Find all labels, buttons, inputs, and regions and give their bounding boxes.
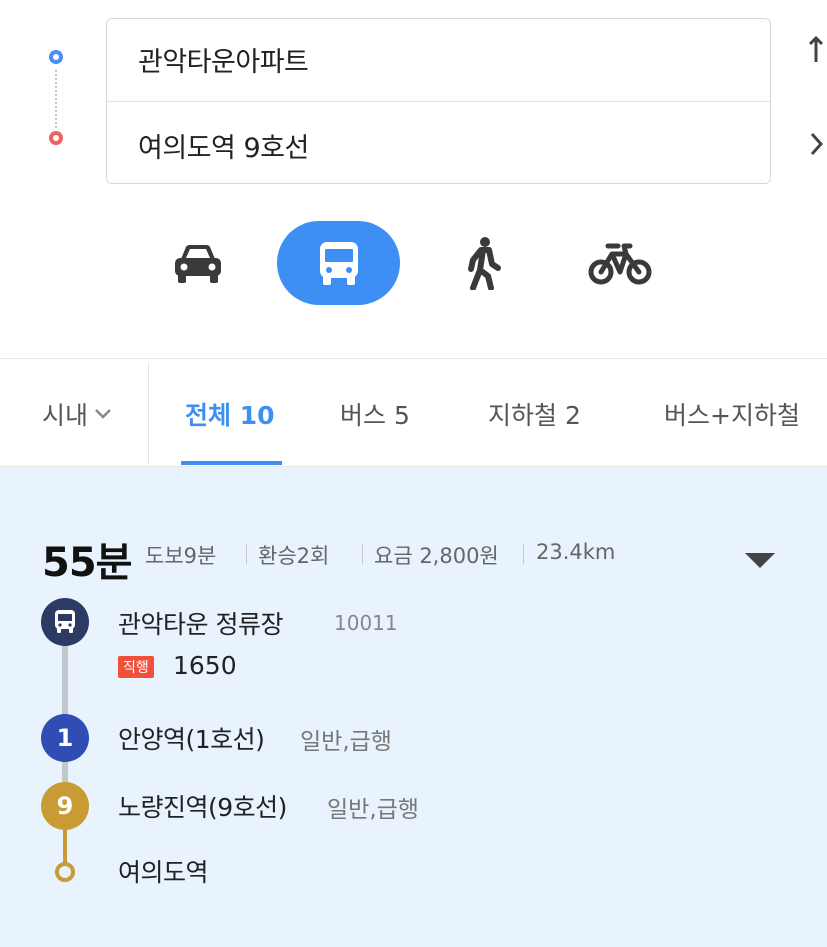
- meta-separator: [523, 544, 524, 564]
- tab-active-indicator: [181, 461, 282, 465]
- bus-stop-icon: [41, 598, 89, 646]
- meta-separator: [246, 544, 247, 564]
- expand-arrow-icon[interactable]: [745, 553, 775, 568]
- express-badge: 직행: [118, 656, 154, 678]
- step-bus-stop-id: 10011: [334, 611, 398, 635]
- bus-route-number[interactable]: 1650: [173, 651, 237, 680]
- destination-marker-icon: [49, 131, 63, 145]
- tab-bus-subway[interactable]: 버스+지하철: [664, 396, 800, 432]
- car-icon: [175, 245, 221, 283]
- tabs-separator: [148, 362, 149, 464]
- timeline-segment: [63, 826, 67, 864]
- line-number-label: 9: [56, 792, 74, 820]
- timeline-segment: [62, 640, 68, 720]
- line-number-label: 1: [56, 724, 74, 752]
- route-input-divider: [107, 101, 770, 102]
- step-service-type: 일반,급행: [300, 729, 392, 755]
- route-duration: 55분: [42, 540, 132, 586]
- mode-bicycle-button[interactable]: [584, 227, 656, 299]
- route-distance: 23.4km: [536, 540, 616, 564]
- route-transfers: 환승2회: [258, 544, 330, 568]
- origin-marker-icon: [49, 50, 63, 64]
- mode-transit-icon-wrap: [303, 227, 375, 299]
- step-bus-stop-name[interactable]: 관악타운 정류장: [118, 605, 283, 641]
- swap-arrow-icon[interactable]: [806, 34, 826, 73]
- step-station-name[interactable]: 노량진역(9호선): [118, 788, 287, 824]
- step-station-name[interactable]: 안양역(1호선): [118, 720, 265, 756]
- subway-line-9-icon: 9: [41, 782, 89, 830]
- route-connector: [55, 70, 57, 128]
- route-walk-time: 도보9분: [145, 544, 217, 568]
- origin-field[interactable]: 관악타운아파트: [138, 40, 309, 79]
- step-service-type: 일반,급행: [327, 797, 419, 823]
- mode-car-button[interactable]: [162, 227, 234, 299]
- region-select-label: 시내: [42, 401, 89, 430]
- destination-field[interactable]: 여의도역 9호선: [138, 126, 309, 165]
- meta-separator: [362, 544, 363, 564]
- arrival-dot-icon: [55, 862, 75, 882]
- chevron-down-icon: [95, 409, 111, 419]
- mode-walk-button[interactable]: [447, 227, 519, 299]
- tab-bus[interactable]: 버스 5: [340, 396, 410, 432]
- walk-icon: [468, 237, 501, 290]
- bus-icon: [320, 242, 358, 285]
- bicycle-icon: [588, 243, 652, 285]
- tab-subway[interactable]: 지하철 2: [488, 396, 581, 432]
- subway-line-1-icon: 1: [41, 714, 89, 762]
- chevron-right-icon[interactable]: [806, 128, 826, 167]
- step-arrival-name[interactable]: 여의도역: [118, 853, 209, 889]
- region-select[interactable]: 시내: [42, 396, 112, 432]
- route-fare: 요금 2,800원: [374, 544, 499, 568]
- section-divider: [0, 358, 827, 359]
- tab-all[interactable]: 전체 10: [185, 396, 275, 432]
